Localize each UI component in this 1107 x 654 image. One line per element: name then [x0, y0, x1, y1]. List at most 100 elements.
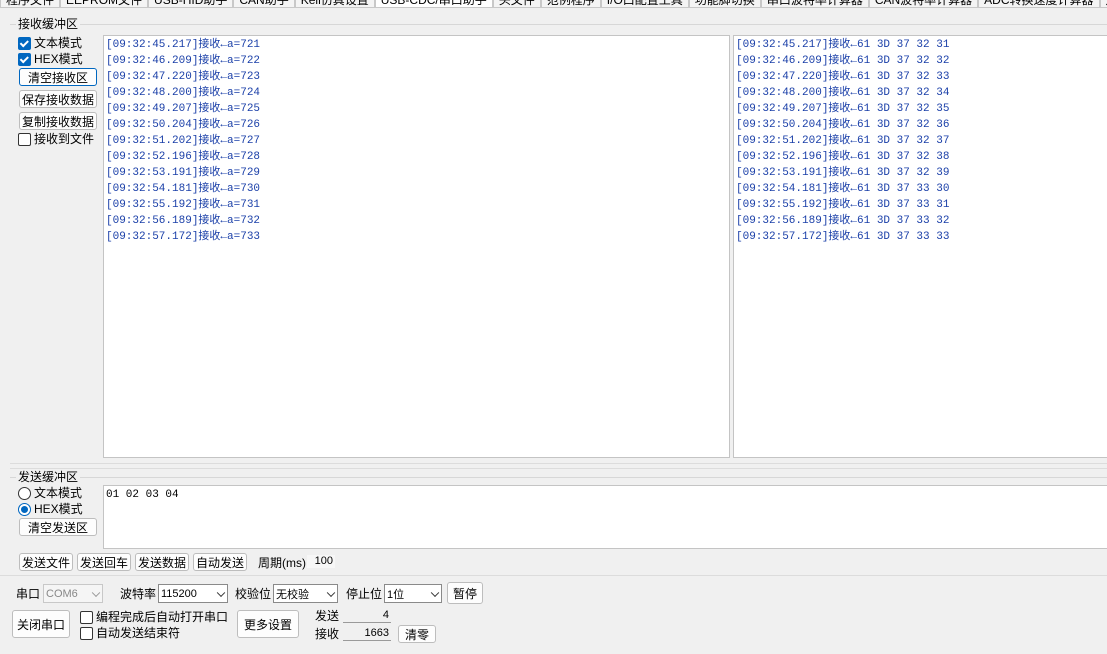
auto-open-port-label: 编程完成后自动打开串口: [96, 610, 229, 624]
receive-line: [09:32:52.196]接收←61 3D 37 32 38: [736, 151, 950, 163]
receive-hex-mode-label: HEX模式: [34, 52, 83, 66]
send-carriage-return-button[interactable]: 发送回车: [77, 553, 131, 571]
sent-count-label: 发送: [315, 609, 340, 623]
send-hex-mode-radio[interactable]: HEX模式: [18, 502, 83, 516]
port-label: 串口: [16, 587, 41, 601]
send-hex-mode-label: HEX模式: [34, 502, 83, 516]
receive-hex-mode-checkbox[interactable]: HEX模式: [18, 52, 83, 66]
received-count-value: 1663: [343, 627, 391, 641]
chevron-down-icon: [326, 588, 336, 597]
copy-receive-button[interactable]: 复制接收数据: [19, 112, 97, 130]
tab-item[interactable]: USB-CDC/串口助手: [374, 0, 493, 8]
tab-item[interactable]: CAN波特率计算器: [868, 0, 979, 8]
baud-value: 115200: [161, 587, 197, 600]
receive-line: [09:32:45.217]接收←61 3D 37 32 31: [736, 39, 950, 51]
receive-text-mode-checkbox[interactable]: 文本模式: [18, 36, 82, 50]
checkbox-icon: [80, 626, 93, 640]
tab-item[interactable]: USB-HID助手: [148, 0, 234, 8]
receive-line: [09:32:49.207]接收←a=725: [106, 103, 261, 115]
tab-item[interactable]: 定时器计算: [1099, 0, 1107, 8]
receive-line: [09:32:49.207]接收←61 3D 37 32 35: [736, 103, 950, 115]
auto-open-port-checkbox[interactable]: 编程完成后自动打开串口: [80, 610, 228, 624]
divider: [10, 468, 1107, 469]
tab-item[interactable]: 串口波特率计算器: [760, 0, 869, 8]
stop-bits-label: 停止位: [346, 587, 383, 601]
tab-item[interactable]: EEPROM文件: [60, 0, 149, 8]
more-settings-button[interactable]: 更多设置: [237, 610, 299, 638]
close-port-button[interactable]: 关闭串口: [12, 610, 70, 638]
receive-text-mode-label: 文本模式: [34, 36, 83, 50]
chevron-down-icon: [91, 588, 101, 597]
auto-send-terminator-checkbox[interactable]: 自动发送结束符: [80, 626, 180, 640]
checkbox-icon: [18, 52, 31, 66]
receive-line: [09:32:46.209]接收←61 3D 37 32 32: [736, 55, 950, 67]
receive-line: [09:32:46.209]接收←a=722: [106, 55, 261, 67]
port-value: COM6: [46, 587, 78, 600]
tab-item[interactable]: 范例程序: [540, 0, 601, 8]
receive-line: [09:32:57.172]接收←61 3D 37 33 33: [736, 231, 950, 243]
pause-button[interactable]: 暂停: [447, 582, 483, 604]
send-content: 01 02 03 04: [106, 489, 179, 501]
send-group-title: 发送缓冲区: [16, 470, 81, 484]
baud-select[interactable]: 115200: [158, 584, 228, 603]
send-text-mode-label: 文本模式: [34, 486, 83, 500]
stop-bits-value: 1位: [387, 588, 405, 601]
tab-item[interactable]: I/O口配置工具: [600, 0, 689, 8]
receive-line: [09:32:51.202]接收←61 3D 37 32 37: [736, 135, 950, 147]
clear-send-button[interactable]: 清空发送区: [19, 518, 97, 536]
parity-value: 无校验: [276, 588, 309, 601]
receive-group-border: [10, 24, 1107, 25]
tab-item[interactable]: 头文件: [492, 0, 541, 8]
receive-line: [09:32:48.200]接收←61 3D 37 32 34: [736, 87, 950, 99]
clear-counts-button[interactable]: 清零: [398, 625, 436, 643]
checkbox-icon: [18, 132, 31, 146]
sent-count-value: 4: [343, 609, 391, 623]
divider: [10, 463, 1107, 464]
receive-line: [09:32:47.220]接收←a=723: [106, 71, 261, 83]
receive-line: [09:32:54.181]接收←a=730: [106, 183, 261, 195]
receive-text-area[interactable]: [09:32:45.217]接收←a=721 [09:32:46.209]接收←a…: [103, 35, 730, 458]
tab-item[interactable]: CAN助手: [233, 0, 295, 8]
period-input[interactable]: 100: [307, 555, 335, 568]
stop-bits-select[interactable]: 1位: [384, 584, 442, 603]
receive-line: [09:32:54.181]接收←61 3D 37 33 30: [736, 183, 950, 195]
receive-line: [09:32:52.196]接收←a=728: [106, 151, 261, 163]
receive-group-title: 接收缓冲区: [16, 17, 81, 31]
auto-send-button[interactable]: 自动发送: [193, 553, 247, 571]
receive-hex-area[interactable]: [09:32:45.217]接收←61 3D 37 32 31 [09:32:46…: [733, 35, 1107, 458]
receive-line: [09:32:56.189]接收←a=732: [106, 215, 261, 227]
receive-to-file-checkbox[interactable]: 接收到文件: [18, 132, 94, 146]
chevron-down-icon: [216, 588, 226, 597]
receive-line: [09:32:51.202]接收←a=727: [106, 135, 261, 147]
period-label: 周期(ms): [258, 556, 306, 570]
baud-label: 波特率: [120, 587, 157, 601]
send-data-button[interactable]: 发送数据: [135, 553, 189, 571]
clear-receive-button[interactable]: 清空接收区: [19, 68, 97, 86]
parity-select[interactable]: 无校验: [273, 584, 338, 603]
tab-item[interactable]: Keil仿真设置: [294, 0, 375, 8]
save-receive-button[interactable]: 保存接收数据: [19, 90, 97, 108]
send-text-area[interactable]: 01 02 03 04: [103, 485, 1107, 549]
tab-item[interactable]: ADC转换速度计算器: [978, 0, 1100, 8]
receive-line: [09:32:47.220]接收←61 3D 37 32 33: [736, 71, 950, 83]
send-file-button[interactable]: 发送文件: [19, 553, 73, 571]
divider: [0, 575, 1107, 576]
tab-strip: 程序文件 EEPROM文件 USB-HID助手 CAN助手 Keil仿真设置 USB-CD…: [0, 0, 1107, 8]
receive-line: [09:32:55.192]接收←a=731: [106, 199, 261, 211]
receive-line: [09:32:50.204]接收←a=726: [106, 119, 261, 131]
port-select[interactable]: COM6: [43, 584, 103, 603]
checkbox-icon: [80, 610, 93, 624]
tab-item[interactable]: 功能脚切换: [688, 0, 761, 8]
parity-label: 校验位: [235, 587, 272, 601]
auto-send-terminator-label: 自动发送结束符: [96, 626, 181, 640]
receive-line: [09:32:53.191]接收←61 3D 37 32 39: [736, 167, 950, 179]
send-text-mode-radio[interactable]: 文本模式: [18, 486, 82, 500]
receive-line: [09:32:45.217]接收←a=721: [106, 39, 261, 51]
radio-icon: [18, 486, 31, 500]
checkbox-icon: [18, 36, 31, 50]
send-group-border: [10, 477, 1107, 478]
receive-line: [09:32:48.200]接收←a=724: [106, 87, 261, 99]
tab-item[interactable]: 程序文件: [0, 0, 61, 8]
receive-line: [09:32:50.204]接收←61 3D 37 32 36: [736, 119, 950, 131]
receive-line: [09:32:56.189]接收←61 3D 37 33 32: [736, 215, 950, 227]
